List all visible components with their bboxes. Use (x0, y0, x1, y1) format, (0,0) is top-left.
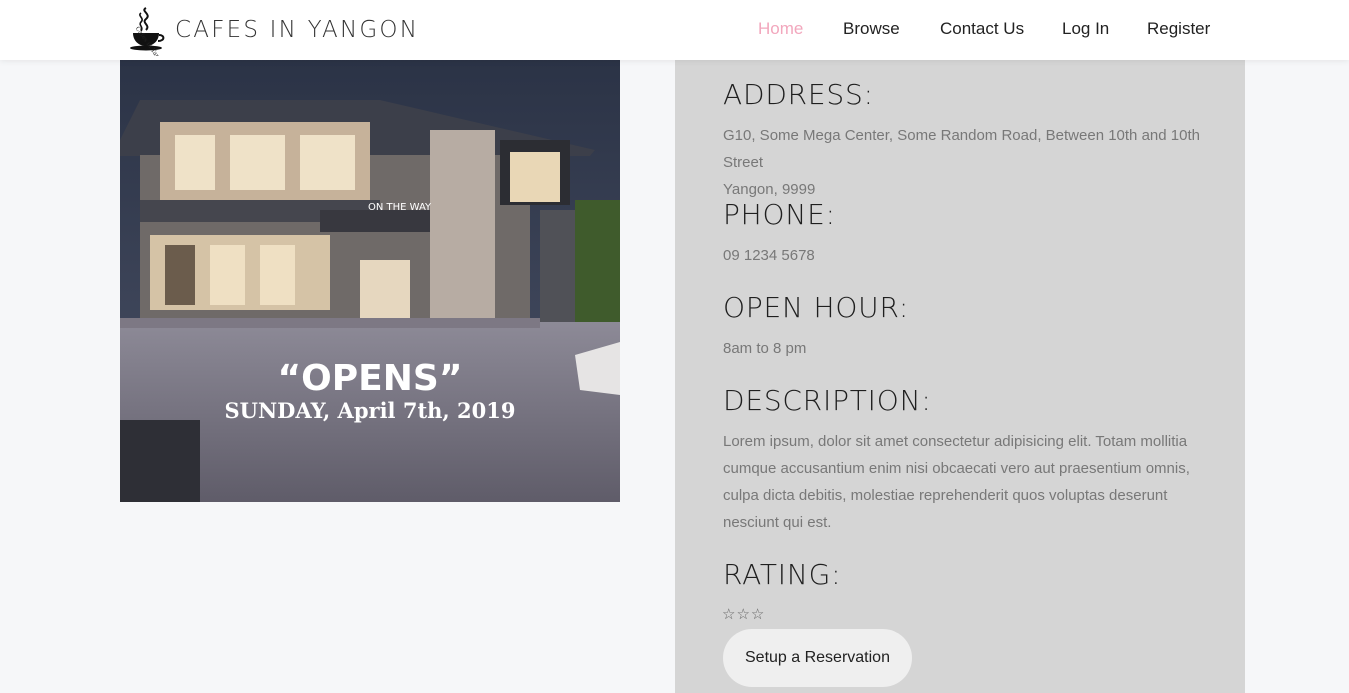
star-outline-icon: ☆ (750, 606, 766, 623)
nav-log-in-link[interactable]: Log In (1062, 19, 1109, 39)
cafe-details-panel: ADDRESS: G10, Some Mega Center, Some Ran… (675, 60, 1245, 693)
open-hour-text: 8am to 8 pm (723, 340, 807, 357)
nav-contact-us-link[interactable]: Contact Us (940, 19, 1024, 39)
rating-stars: ☆☆☆ (722, 605, 765, 623)
main-nav: Home Browse Contact Us Log In Register (0, 19, 1349, 43)
nav-home-link[interactable]: Home (758, 19, 803, 39)
nav-browse-link[interactable]: Browse (843, 19, 900, 39)
cafe-sign-text: ON THE WAY (368, 202, 432, 213)
phone-text: 09 1234 5678 (723, 247, 815, 264)
address-text: G10, Some Mega Center, Some Random Road,… (723, 122, 1228, 203)
nav-register-link[interactable]: Register (1147, 19, 1210, 39)
address-heading: ADDRESS: (723, 78, 874, 111)
cafe-building-image: ON THE WAY “OPENS” SUNDAY, April 7th, 20… (120, 60, 620, 502)
setup-reservation-button[interactable]: Setup a Reservation (723, 629, 912, 687)
description-text: Lorem ipsum, dolor sit amet consectetur … (723, 433, 1190, 531)
description-heading: DESCRIPTION: (723, 384, 932, 417)
cafe-photo: ON THE WAY “OPENS” SUNDAY, April 7th, 20… (120, 60, 620, 502)
star-outline-icon: ☆ (722, 606, 737, 623)
rating-heading: RATING: (723, 558, 842, 591)
open-hour-heading: OPEN HOUR: (723, 291, 910, 324)
hero-banner-opens: “OPENS” (278, 358, 463, 399)
top-navbar: Cafes in Yangon CAFES IN YANGON Home Bro… (0, 0, 1349, 60)
hero-banner-date: SUNDAY, April 7th, 2019 (225, 398, 516, 423)
phone-heading: PHONE: (723, 198, 836, 231)
star-outline-icon: ☆ (736, 606, 751, 623)
address-line-2: Yangon, 9999 (723, 181, 816, 198)
address-line-1: G10, Some Mega Center, Some Random Road,… (723, 127, 1200, 171)
